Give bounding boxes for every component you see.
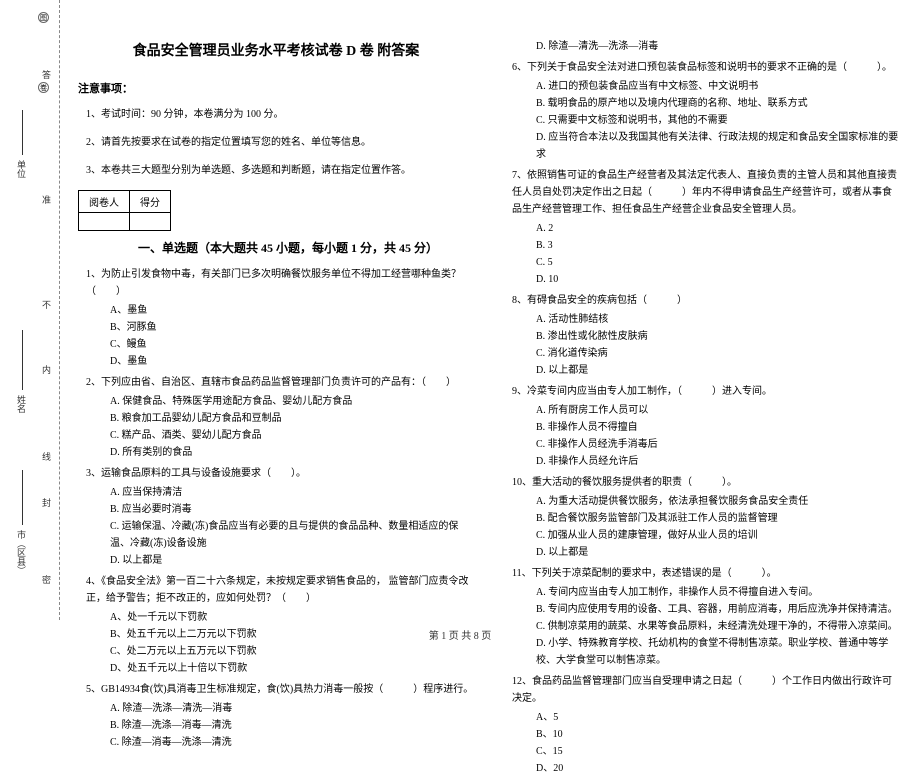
q6-d: D. 应当符合本法以及我国其他有关法律、行政法规的规定和食品安全国家标准的要求 bbox=[536, 129, 900, 163]
left-column: 食品安全管理员业务水平考核试卷 D 卷 附答案 注意事项： 1、考试时间：90 … bbox=[78, 10, 474, 777]
q6: 6、下列关于食品安全法对进口预包装食品标签和说明书的要求不正确的是（ ）。 bbox=[512, 59, 900, 76]
dash-label: 答 bbox=[40, 70, 53, 79]
q12-a: A、5 bbox=[536, 709, 900, 726]
dash-label: 内 bbox=[40, 365, 53, 374]
right-column: D. 除渣—清洗—洗涤—消毒 6、下列关于食品安全法对进口预包装食品标签和说明书… bbox=[504, 10, 900, 777]
q10-c: C. 加强从业人员的建康管理，做好从业人员的培训 bbox=[536, 527, 900, 544]
q3-a: A. 应当保持清洁 bbox=[110, 484, 474, 501]
q11-a: A. 专间内应当由专人加工制作，非操作人员不得擅自进入专间。 bbox=[536, 584, 900, 601]
q3-c: C. 运输保温、冷藏(冻)食品应当有必要的且与提供的食品品种、数量相适应的保温、… bbox=[110, 518, 474, 552]
binding-margin: 图 卷 据 答 准 不 内 线 封 密 单位 姓名 市（区县） bbox=[0, 0, 60, 620]
q11-b: B. 专间内应使用专用的设备、工具、容器，用前应消毒，用后应洗净并保持清洁。 bbox=[536, 601, 900, 618]
q1-b: B、河豚鱼 bbox=[110, 319, 474, 336]
q2: 2、下列应由省、自治区、直辖市食品药品监督管理部门负责许可的产品有：（ ） bbox=[86, 374, 474, 391]
section-1-heading: 一、单选题（本大题共 45 小题，每小题 1 分，共 45 分） bbox=[138, 239, 474, 256]
exam-title: 食品安全管理员业务水平考核试卷 D 卷 附答案 bbox=[78, 40, 474, 60]
q6-a: A. 进口的预包装食品应当有中文标签、中文说明书 bbox=[536, 78, 900, 95]
q4-c: C、处二万元以上五万元以下罚款 bbox=[110, 643, 474, 660]
q2-a: A. 保健食品、特殊医学用途配方食品、婴幼儿配方食品 bbox=[110, 393, 474, 410]
q5-d: D. 除渣—清洗—洗涤—消毒 bbox=[536, 38, 900, 55]
q8-c: C. 消化道传染病 bbox=[536, 345, 900, 362]
q12: 12、食品药品监督管理部门应当自受理申请之日起（ ）个工作日内做出行政许可决定。 bbox=[512, 673, 900, 707]
underline bbox=[22, 330, 23, 390]
page-footer: 第 1 页 共 8 页 bbox=[0, 627, 920, 642]
circle-2: 卷 bbox=[38, 82, 49, 93]
q9-d: D. 非操作人员经允许后 bbox=[536, 453, 900, 470]
q7: 7、依照销售可证的食品生产经营者及其法定代表人、直接负责的主管人员和其他直接责任… bbox=[512, 167, 900, 218]
q3: 3、运输食品原料的工具与设备设施要求（ ）。 bbox=[86, 465, 474, 482]
q5-a: A. 除渣—洗涤—清洗—消毒 bbox=[110, 700, 474, 717]
score-cell bbox=[130, 213, 171, 231]
score-table: 阅卷人 得分 bbox=[78, 190, 171, 231]
q9: 9、冷菜专间内应当由专人加工制作，（ ）进入专间。 bbox=[512, 383, 900, 400]
q2-d: D. 所有类别的食品 bbox=[110, 444, 474, 461]
dash-label: 线 bbox=[40, 452, 53, 461]
q5-b: B. 除渣—洗涤—消毒—清洗 bbox=[110, 717, 474, 734]
q1: 1、为防止引发食物中毒，有关部门已多次明确餐饮服务单位不得加工经营哪种鱼类？（ … bbox=[86, 266, 474, 300]
circle-1: 图 bbox=[38, 12, 49, 23]
q2-c: C. 糕产品、酒类、婴幼儿配方食品 bbox=[110, 427, 474, 444]
q5: 5、GB14934食(饮)具消毒卫生标准规定，食(饮)具热力消毒一般按（ ）程序… bbox=[86, 681, 474, 698]
q4-d: D、处五千元以上十倍以下罚款 bbox=[110, 660, 474, 677]
q10: 10、重大活动的餐饮服务提供者的职责（ ）。 bbox=[512, 474, 900, 491]
field-city: 市（区县） bbox=[15, 530, 28, 575]
page-content: 食品安全管理员业务水平考核试卷 D 卷 附答案 注意事项： 1、考试时间：90 … bbox=[78, 10, 900, 777]
field-unit: 单位 bbox=[15, 160, 28, 178]
q9-a: A. 所有厨房工作人员可以 bbox=[536, 402, 900, 419]
q1-d: D、墨鱼 bbox=[110, 353, 474, 370]
q2-b: B. 粮食加工品婴幼儿配方食品和豆制品 bbox=[110, 410, 474, 427]
q7-b: B. 3 bbox=[536, 237, 900, 254]
q7-a: A. 2 bbox=[536, 220, 900, 237]
underline bbox=[22, 470, 23, 525]
q12-c: C、15 bbox=[536, 743, 900, 760]
q12-d: D、20 bbox=[536, 760, 900, 777]
dash-label: 不 bbox=[40, 300, 53, 309]
dash-label: 密 bbox=[40, 575, 53, 584]
q8-a: A. 活动性肺结核 bbox=[536, 311, 900, 328]
dash-label: 封 bbox=[40, 498, 53, 507]
q8-b: B. 渗出性或化脓性皮肤病 bbox=[536, 328, 900, 345]
field-name: 姓名 bbox=[15, 395, 28, 413]
q6-c: C. 只需要中文标签和说明书，其他的不需要 bbox=[536, 112, 900, 129]
q7-c: C. 5 bbox=[536, 254, 900, 271]
q8: 8、有碍食品安全的疾病包括（ ） bbox=[512, 292, 900, 309]
q3-d: D. 以上都是 bbox=[110, 552, 474, 569]
q6-b: B. 载明食品的原产地以及境内代理商的名称、地址、联系方式 bbox=[536, 95, 900, 112]
notice-label: 注意事项： bbox=[78, 80, 474, 96]
q9-c: C. 非操作人员经洗手消毒后 bbox=[536, 436, 900, 453]
q1-a: A、墨鱼 bbox=[110, 302, 474, 319]
score-h2: 得分 bbox=[130, 191, 171, 213]
q10-d: D. 以上都是 bbox=[536, 544, 900, 561]
q11: 11、下列关于凉菜配制的要求中，表述错误的是（ ）。 bbox=[512, 565, 900, 582]
q3-b: B. 应当必要时消毒 bbox=[110, 501, 474, 518]
score-h1: 阅卷人 bbox=[79, 191, 130, 213]
q10-a: A. 为重大活动提供餐饮服务，依法承担餐饮服务食品安全责任 bbox=[536, 493, 900, 510]
q1-c: C、鳗鱼 bbox=[110, 336, 474, 353]
instruction-2: 2、请首先按要求在试卷的指定位置填写您的姓名、单位等信息。 bbox=[86, 134, 474, 152]
q4: 4、《食品安全法》第一百二十六条规定，未按规定要求销售食品的， 监管部门应责令改… bbox=[86, 573, 474, 607]
q4-a: A、处一千元以下罚款 bbox=[110, 609, 474, 626]
q9-b: B. 非操作人员不得擅自 bbox=[536, 419, 900, 436]
q10-b: B. 配合餐饮服务监管部门及其派驻工作人员的监督管理 bbox=[536, 510, 900, 527]
q8-d: D. 以上都是 bbox=[536, 362, 900, 379]
instruction-3: 3、本卷共三大题型分别为单选题、多选题和判断题，请在指定位置作答。 bbox=[86, 162, 474, 180]
underline bbox=[22, 110, 23, 155]
dash-label: 准 bbox=[40, 195, 53, 204]
q12-b: B、10 bbox=[536, 726, 900, 743]
q5-c: C. 除渣—消毒—洗涤—清洗 bbox=[110, 734, 474, 751]
score-cell bbox=[79, 213, 130, 231]
q7-d: D. 10 bbox=[536, 271, 900, 288]
instruction-1: 1、考试时间：90 分钟，本卷满分为 100 分。 bbox=[86, 106, 474, 124]
